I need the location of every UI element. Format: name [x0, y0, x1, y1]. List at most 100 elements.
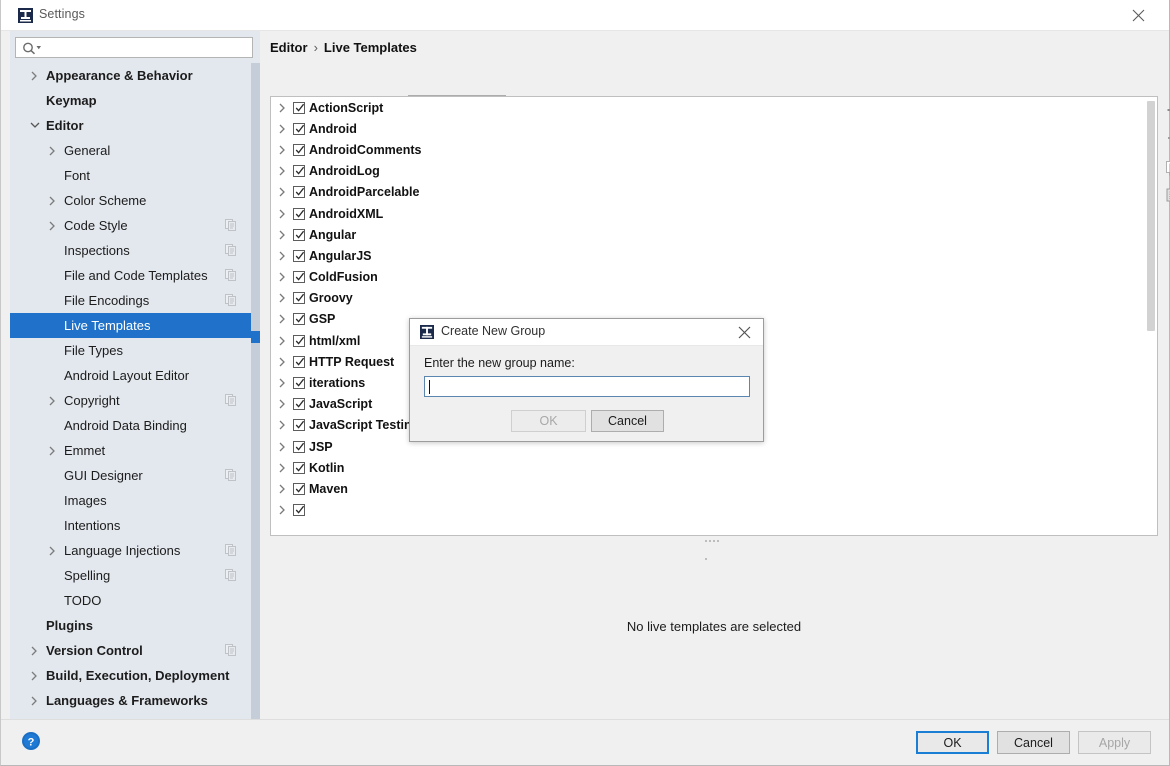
sidebar-item-file-encodings[interactable]: File Encodings: [10, 288, 251, 313]
chevron-right-icon[interactable]: [271, 399, 293, 409]
chevron-right-icon[interactable]: [271, 124, 293, 134]
help-icon[interactable]: ?: [20, 730, 41, 751]
group-checkbox[interactable]: [293, 186, 305, 199]
chevron-right-icon[interactable]: [271, 420, 293, 430]
group-name-field[interactable]: [424, 376, 750, 397]
sidebar-item-live-templates[interactable]: Live Templates: [10, 313, 251, 338]
sidebar-item-plugins[interactable]: Plugins: [10, 613, 251, 638]
chevron-right-icon[interactable]: [28, 663, 41, 688]
chevron-right-icon[interactable]: [46, 538, 59, 563]
template-group-row[interactable]: Kotlin: [271, 457, 1157, 478]
group-checkbox[interactable]: [293, 398, 305, 411]
search-box[interactable]: [15, 37, 253, 58]
add-button[interactable]: [1158, 96, 1170, 123]
sidebar-item-font[interactable]: Font: [10, 163, 251, 188]
sidebar-item-keymap[interactable]: Keymap: [10, 88, 251, 113]
sidebar-item-file-types[interactable]: File Types: [10, 338, 251, 363]
group-checkbox[interactable]: [293, 207, 305, 220]
chevron-right-icon[interactable]: [271, 442, 293, 452]
close-icon[interactable]: [1115, 0, 1161, 31]
group-checkbox[interactable]: [293, 101, 305, 114]
search-input[interactable]: [44, 39, 249, 56]
group-checkbox[interactable]: [293, 334, 305, 347]
sidebar-item-version-control[interactable]: Version Control: [10, 638, 251, 663]
chevron-down-icon[interactable]: [28, 113, 41, 138]
sidebar-item-todo[interactable]: TODO: [10, 588, 251, 613]
template-group-row[interactable]: AndroidLog: [271, 161, 1157, 182]
chevron-right-icon[interactable]: [271, 505, 293, 515]
template-groups-list[interactable]: ActionScript Android AndroidComments Androi…: [270, 96, 1158, 536]
sidebar-item-intentions[interactable]: Intentions: [10, 513, 251, 538]
template-group-row[interactable]: AndroidXML: [271, 203, 1157, 224]
group-checkbox[interactable]: [293, 461, 305, 474]
chevron-right-icon[interactable]: [271, 484, 293, 494]
group-checkbox[interactable]: [293, 419, 305, 432]
group-checkbox[interactable]: [293, 504, 305, 517]
chevron-right-icon[interactable]: [271, 103, 293, 113]
dialog-cancel-button[interactable]: Cancel: [591, 410, 664, 432]
group-checkbox[interactable]: [293, 482, 305, 495]
sidebar-item-languages-frameworks[interactable]: Languages & Frameworks: [10, 688, 251, 713]
sidebar-item-language-injections[interactable]: Language Injections: [10, 538, 251, 563]
list-scrollbar-thumb[interactable]: [1147, 101, 1155, 331]
group-checkbox[interactable]: [293, 292, 305, 305]
group-checkbox[interactable]: [293, 313, 305, 326]
sidebar-item-appearance-behavior[interactable]: Appearance & Behavior: [10, 63, 251, 88]
chevron-right-icon[interactable]: [271, 272, 293, 282]
chevron-right-icon[interactable]: [271, 230, 293, 240]
group-checkbox[interactable]: [293, 440, 305, 453]
breadcrumb-parent[interactable]: Editor: [270, 40, 308, 55]
sidebar-item-spelling[interactable]: Spelling: [10, 563, 251, 588]
copy-icon[interactable]: [1158, 154, 1170, 181]
chevron-right-icon[interactable]: [46, 388, 59, 413]
chevron-right-icon[interactable]: [271, 378, 293, 388]
chevron-right-icon[interactable]: [46, 213, 59, 238]
chevron-right-icon[interactable]: [271, 187, 293, 197]
template-group-row[interactable]: Maven: [271, 478, 1157, 499]
group-checkbox[interactable]: [293, 355, 305, 368]
chevron-right-icon[interactable]: [28, 63, 41, 88]
group-checkbox[interactable]: [293, 377, 305, 390]
template-group-row[interactable]: AngularJS: [271, 245, 1157, 266]
list-scrollbar[interactable]: [1145, 98, 1156, 534]
sidebar-item-general[interactable]: General: [10, 138, 251, 163]
group-checkbox[interactable]: [293, 165, 305, 178]
chevron-right-icon[interactable]: [271, 357, 293, 367]
template-group-row[interactable]: ColdFusion: [271, 267, 1157, 288]
chevron-right-icon[interactable]: [271, 463, 293, 473]
template-group-row[interactable]: Groovy: [271, 288, 1157, 309]
sidebar-item-editor[interactable]: Editor: [10, 113, 251, 138]
sidebar-item-images[interactable]: Images: [10, 488, 251, 513]
group-checkbox[interactable]: [293, 228, 305, 241]
sidebar-item-color-scheme[interactable]: Color Scheme: [10, 188, 251, 213]
chevron-right-icon[interactable]: [271, 166, 293, 176]
close-icon[interactable]: [725, 319, 763, 346]
chevron-right-icon[interactable]: [271, 251, 293, 261]
remove-button[interactable]: [1158, 124, 1170, 151]
cancel-button[interactable]: Cancel: [997, 731, 1070, 754]
chevron-right-icon[interactable]: [46, 188, 59, 213]
template-group-row[interactable]: AndroidComments: [271, 139, 1157, 160]
sidebar-item-code-style[interactable]: Code Style: [10, 213, 251, 238]
chevron-right-icon[interactable]: [46, 138, 59, 163]
template-group-row[interactable]: ActionScript: [271, 97, 1157, 118]
group-name-input[interactable]: [430, 378, 745, 395]
chevron-right-icon[interactable]: [271, 314, 293, 324]
template-group-row[interactable]: AndroidParcelable: [271, 182, 1157, 203]
chevron-right-icon[interactable]: [271, 209, 293, 219]
sidebar-scrollbar-thumb[interactable]: [251, 331, 260, 343]
panel-splitter[interactable]: [270, 537, 1158, 560]
chevron-right-icon[interactable]: [271, 336, 293, 346]
template-group-row-partial[interactable]: [271, 500, 1157, 521]
sidebar-item-copyright[interactable]: Copyright: [10, 388, 251, 413]
group-checkbox[interactable]: [293, 122, 305, 135]
sidebar-item-android-layout-editor[interactable]: Android Layout Editor: [10, 363, 251, 388]
chevron-right-icon[interactable]: [28, 638, 41, 663]
sidebar-item-emmet[interactable]: Emmet: [10, 438, 251, 463]
ok-button[interactable]: OK: [916, 731, 989, 754]
group-checkbox[interactable]: [293, 271, 305, 284]
chevron-right-icon[interactable]: [271, 293, 293, 303]
chevron-right-icon[interactable]: [271, 145, 293, 155]
sidebar-item-build-execution-deployment[interactable]: Build, Execution, Deployment: [10, 663, 251, 688]
template-group-row[interactable]: Angular: [271, 224, 1157, 245]
